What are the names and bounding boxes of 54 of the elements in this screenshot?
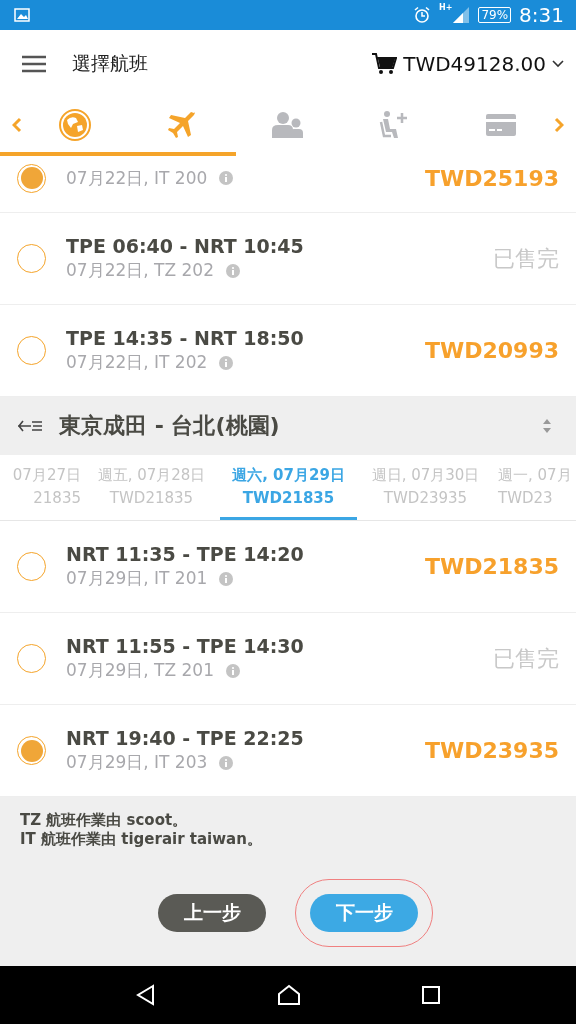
chevron-down-icon [552,60,564,68]
next-button[interactable]: 下一步 [310,894,418,932]
flight-route: NRT 19:40 - TPE 22:25 [66,727,305,749]
info-icon[interactable] [219,171,234,185]
flight-details: 07月22日, IT 200 [66,166,208,190]
sort-icon[interactable] [542,418,552,434]
flight-details: 07月29日, IT 201 [66,567,208,590]
status-time: 8:31 [519,3,564,27]
flight-details: 07月29日, TZ 201 [66,659,214,682]
route-title: 東京成田 - 台北(桃園) [59,412,280,440]
flight-details: 07月22日, IT 202 [66,351,208,374]
flight-route: NRT 11:35 - TPE 14:20 [66,543,305,565]
date-tab[interactable]: 週五, 07月28日 TWD21835 [83,455,220,520]
image-icon [14,8,30,22]
flight-price: TWD21835 [424,554,559,579]
credit-card-icon [485,113,516,137]
chevron-right-icon[interactable] [554,117,565,133]
date-tab[interactable]: 週六, 07月29日 TWD21835 [220,455,357,520]
flight-price: TWD20993 [424,338,559,363]
back-button[interactable]: 上一步 [158,894,266,932]
signal-icon [452,6,471,24]
seat-plus-icon [379,110,410,140]
back-icon[interactable] [135,984,157,1006]
home-icon[interactable] [277,984,301,1006]
flight-price: TWD25193 [424,165,559,191]
page-title: 選擇航班 [72,51,148,76]
flight-route: TPE 14:35 - NRT 18:50 [66,327,305,349]
alarm-icon [413,6,431,24]
people-icon [272,111,304,139]
flight-price: TWD23935 [424,738,559,763]
route-header[interactable]: 東京成田 - 台北(桃園) [0,397,576,455]
flight-details: 07月22日, TZ 202 [66,259,214,282]
info-icon[interactable] [219,755,234,770]
info-icon[interactable] [225,663,240,678]
info-icon[interactable] [219,571,234,586]
chevron-left-icon[interactable] [12,117,22,133]
recents-icon[interactable] [421,985,441,1005]
info-icon[interactable] [225,263,240,278]
date-tab[interactable]: 07月27日 21835 [0,455,83,520]
flight-route: NRT 11:55 - TPE 14:30 [66,635,305,657]
network-type: H+ [439,3,453,12]
date-tab[interactable]: 週日, 07月30日 TWD23935 [357,455,494,520]
plane-icon [166,110,197,140]
cart-total-button[interactable]: TWD49128.00 [371,52,564,76]
plane-arrival-icon [17,419,43,433]
flight-details: 07月29日, IT 203 [66,751,208,774]
operator-note: TZ 航班作業由 scoot。 [20,811,189,830]
operator-note: IT 航班作業由 tigerair taiwan。 [20,830,263,849]
battery-indicator: 79% [478,7,512,23]
cart-icon [371,52,398,76]
menu-icon[interactable] [22,55,46,73]
flight-route: TPE 06:40 - NRT 10:45 [66,235,305,257]
info-icon[interactable] [219,355,234,370]
globe-icon [59,109,92,141]
